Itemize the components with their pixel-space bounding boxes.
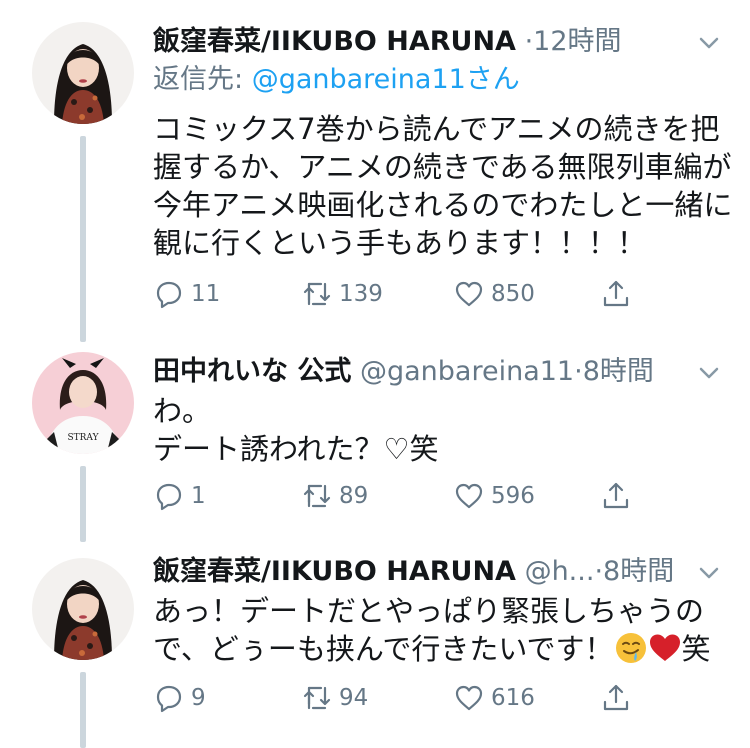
chevron-down-icon[interactable] [694, 28, 724, 58]
like-button[interactable]: 850 [453, 274, 535, 314]
share-icon [603, 482, 629, 509]
svg-text:STRAY: STRAY [67, 433, 99, 443]
avatar[interactable]: STRAY [32, 352, 134, 454]
like-count: 850 [491, 281, 535, 307]
reply-icon [156, 483, 182, 511]
tweet-text: あっ！デートだとやっぱり緊張しちゃうの で、どぅーも挟んで行きたいです！ 笑 [153, 592, 733, 668]
tweet-text-segment: で、どぅーも挟んで行きたいです！ [153, 632, 614, 666]
reply-icon [156, 685, 182, 713]
reply-count: 9 [191, 685, 206, 711]
drooling-face-emoji [615, 633, 646, 663]
reply-to-mention[interactable]: @ganbareina11さん [252, 64, 520, 95]
tweet[interactable]: 飯窪春菜/IIKUBO HARUNA ·12時間 返信先: @ganbarein… [0, 22, 750, 342]
reply-button[interactable]: 1 [153, 476, 206, 516]
tweet-text-line: 握するか、アニメの続きである無限列車編が [153, 150, 732, 184]
retweet-button[interactable]: 89 [301, 476, 368, 516]
tweet-text-line: わ。 [153, 394, 212, 428]
chevron-down-icon[interactable] [694, 358, 724, 388]
share-button[interactable] [600, 678, 638, 718]
like-button[interactable]: 616 [453, 678, 535, 718]
heart-icon [455, 483, 483, 509]
tweet-text-line: 観に行くという手もあります！！！！ [153, 226, 647, 260]
share-button[interactable] [600, 476, 638, 516]
heart-icon [455, 685, 483, 711]
like-count: 616 [491, 685, 535, 711]
tweet-text: わ。 デート誘われた？♡笑 [153, 392, 723, 468]
tweet-actions: 9 94 616 [153, 678, 653, 718]
retweet-count: 94 [339, 685, 369, 711]
reply-to-line: 返信先: @ganbareina11さん [153, 60, 520, 100]
tweet-header: 田中れいな 公式 @ganbareina11·8時間 [153, 352, 676, 392]
red-heart-emoji [649, 634, 680, 661]
avatar-image: STRAY [32, 352, 134, 454]
reply-button[interactable]: 11 [153, 274, 220, 314]
share-icon [603, 684, 629, 711]
avatar[interactable] [32, 22, 134, 124]
tweet[interactable]: STRAY 田中れいな 公式 @ganbareina11·8時間 わ。 デート誘… [0, 352, 750, 542]
avatar[interactable] [32, 558, 134, 660]
share-icon [603, 280, 629, 307]
tweet-text: コミックス7巻から読んでアニメの続きを把 握するか、アニメの続きである無限列車編… [153, 110, 733, 262]
reply-to-label: 返信先: [153, 64, 252, 95]
tweet-text-line: あっ！デートだとやっぱり緊張しちゃうの [153, 594, 705, 628]
tweet-actions: 11 139 850 [153, 274, 653, 314]
like-count: 596 [491, 483, 535, 509]
thread-line [80, 136, 86, 342]
retweet-count: 139 [339, 281, 383, 307]
reply-icon [156, 281, 182, 309]
tweet-text-line: デート誘われた？♡笑 [153, 432, 439, 466]
user-handle[interactable]: @ganbareina11 [360, 356, 574, 387]
reply-count: 1 [191, 483, 206, 509]
heart-icon [455, 281, 483, 307]
timestamp[interactable]: 12時間 [533, 26, 621, 57]
tweet-text-segment: 笑 [681, 632, 711, 666]
display-name[interactable]: 田中れいな 公式 [153, 356, 351, 387]
retweet-icon [303, 484, 331, 508]
tweet-text-line: コミックス7巻から読んでアニメの続きを把 [153, 112, 720, 146]
tweet-actions: 1 89 596 [153, 476, 653, 516]
retweet-icon [303, 686, 331, 710]
separator-dot: · [594, 556, 604, 587]
avatar-image [32, 558, 134, 660]
separator-dot: · [524, 26, 534, 57]
tweet-text-line: で、どぅーも挟んで行きたいです！ 笑 [153, 630, 733, 668]
timestamp[interactable]: 8時間 [583, 356, 654, 387]
display-name[interactable]: 飯窪春菜/IIKUBO HARUNA [153, 556, 516, 587]
retweet-button[interactable]: 139 [301, 274, 383, 314]
avatar-image [32, 22, 134, 124]
reply-button[interactable]: 9 [153, 678, 206, 718]
user-handle[interactable]: @h... [525, 556, 595, 587]
share-button[interactable] [600, 274, 638, 314]
like-button[interactable]: 596 [453, 476, 535, 516]
retweet-icon [303, 282, 331, 306]
tweet[interactable]: 飯窪春菜/IIKUBO HARUNA @h...·8時間 あっ！デートだとやっぱ… [0, 552, 750, 748]
thread-line [80, 672, 86, 748]
chevron-down-icon[interactable] [694, 558, 724, 588]
reply-count: 11 [191, 281, 221, 307]
tweet-text-line: 今年アニメ映画化されるのでわたしと一緒に [153, 188, 733, 222]
separator-dot: · [574, 356, 583, 387]
thread-line [80, 466, 86, 542]
tweet-header: 飯窪春菜/IIKUBO HARUNA @h...·8時間 [153, 552, 676, 592]
timestamp[interactable]: 8時間 [603, 556, 674, 587]
tweet-header: 飯窪春菜/IIKUBO HARUNA ·12時間 [153, 22, 676, 62]
retweet-count: 89 [339, 483, 369, 509]
retweet-button[interactable]: 94 [301, 678, 368, 718]
display-name[interactable]: 飯窪春菜/IIKUBO HARUNA [153, 26, 516, 57]
